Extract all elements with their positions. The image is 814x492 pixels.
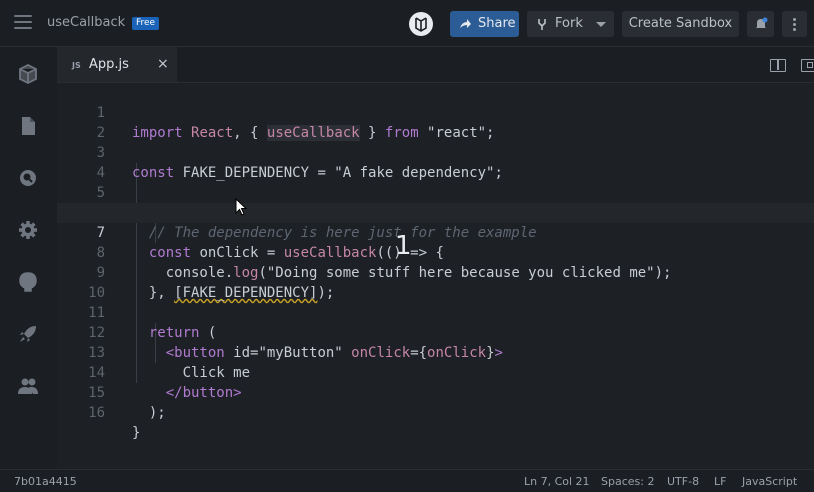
editor-tab-bar: JS App.js × [57, 47, 814, 83]
code-line: 11 return ( [88, 305, 217, 341]
code-line: 14 </button> [88, 365, 242, 401]
code-line: 4 [96, 165, 105, 181]
tab-label: App.js [89, 57, 129, 72]
sandbox-title[interactable]: useCallback [47, 15, 125, 30]
tab-app-js[interactable]: JS App.js × [57, 47, 177, 83]
code-line: 6 // The dependency is here just for the… [97, 205, 537, 241]
create-sandbox-button[interactable]: Create Sandbox [622, 11, 739, 37]
code-line: 1 import React, { useCallback } from "re… [96, 105, 495, 141]
gear-icon[interactable] [17, 219, 39, 241]
code-line-active: 7 const onClick = useCallback(() => { [57, 203, 814, 261]
indentation-setting[interactable]: Spaces: 2 [601, 470, 654, 492]
code-line: 5 export default function App() { [96, 185, 394, 221]
code-line: 16 } [88, 405, 141, 441]
file-encoding[interactable]: UTF-8 [667, 470, 699, 492]
code-editor[interactable]: 1 import React, { useCallback } from "re… [57, 83, 814, 469]
rocket-icon[interactable] [17, 323, 39, 345]
code-line: 8 console.log("Doing some stuff here bec… [96, 245, 672, 281]
notifications-button[interactable] [747, 11, 774, 37]
file-icon[interactable] [17, 115, 39, 137]
fork-button[interactable]: Fork [527, 11, 614, 37]
close-icon[interactable]: × [157, 56, 169, 72]
end-of-line[interactable]: LF [714, 470, 726, 492]
users-icon[interactable] [17, 375, 39, 397]
more-options-button[interactable] [782, 11, 807, 37]
codesandbox-logo-icon [409, 12, 433, 36]
share-arrow-icon [460, 19, 471, 28]
fork-icon [538, 19, 546, 30]
bell-icon [756, 17, 768, 28]
code-line: 15 ); [88, 385, 166, 421]
mouse-cursor-icon [235, 198, 248, 216]
code-line: 10 [88, 285, 105, 301]
fork-label: Fork [555, 16, 583, 31]
menu-icon[interactable] [14, 15, 32, 31]
commit-hash[interactable]: 7b01a4415 [14, 470, 77, 492]
plan-badge: Free [132, 17, 160, 30]
code-line: 3 const FAKE_DEPENDENCY = "A fake depend… [96, 145, 503, 181]
code-line: 12 <button id="myButton" onClick={onClic… [88, 325, 503, 361]
share-label: Share [478, 16, 516, 31]
js-file-icon: JS [72, 61, 81, 70]
language-mode[interactable]: JavaScript [742, 470, 797, 492]
status-bar: 7b01a4415 Ln 7, Col 21 Spaces: 2 UTF-8 L… [0, 469, 814, 492]
click-count-overlay: 1 [395, 231, 412, 261]
code-line: 13 Click me [88, 345, 251, 381]
cube-icon[interactable] [17, 63, 39, 85]
split-editor-icon[interactable] [770, 59, 786, 72]
cursor-position[interactable]: Ln 7, Col 21 [524, 470, 590, 492]
code-line: 2 [96, 125, 105, 141]
github-icon[interactable] [17, 271, 39, 293]
code-line: 9 }, [FAKE_DEPENDENCY]); [96, 265, 335, 301]
top-bar: useCallback Free Share Fork Create Sandb… [0, 0, 814, 47]
activity-bar [0, 47, 57, 469]
share-button[interactable]: Share [450, 11, 519, 37]
search-icon[interactable] [17, 167, 39, 189]
chevron-down-icon[interactable] [596, 22, 606, 27]
preview-icon[interactable] [801, 59, 814, 72]
